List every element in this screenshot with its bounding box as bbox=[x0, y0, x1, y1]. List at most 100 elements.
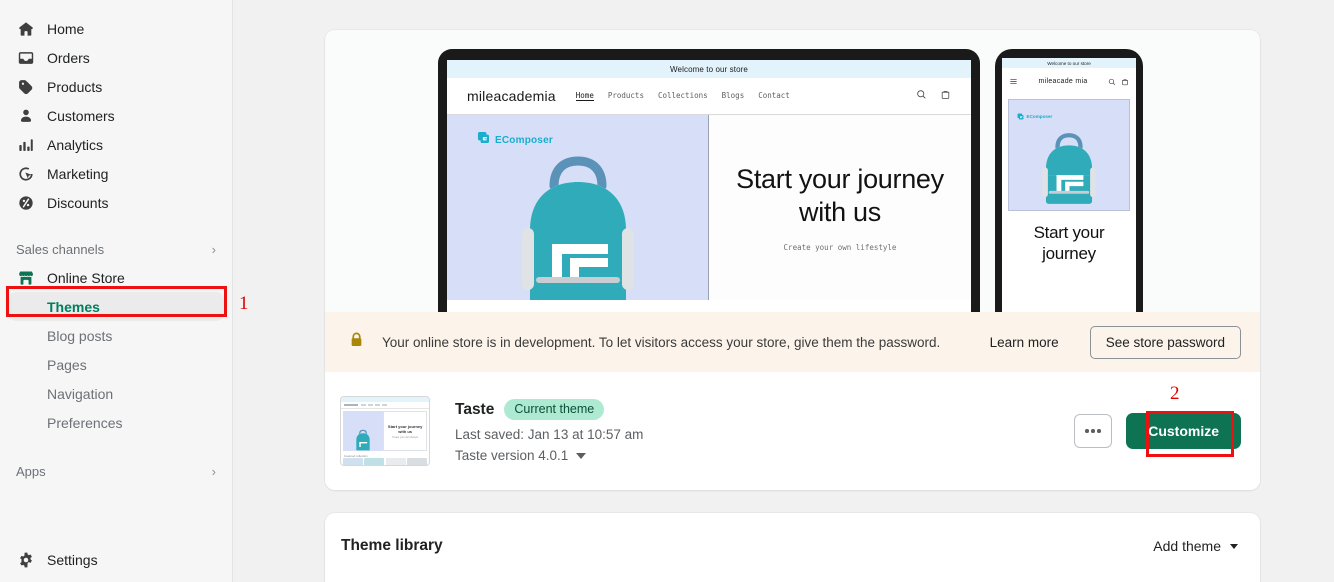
mobile-header: mileacade mia bbox=[1002, 68, 1136, 96]
sidebar-subitem-label: Themes bbox=[47, 298, 100, 315]
annotation-number-2: 2 bbox=[1170, 383, 1180, 404]
storefront-nav-products: Products bbox=[607, 91, 644, 100]
sidebar-section-sales-channels[interactable]: Sales channels › bbox=[8, 235, 224, 263]
storefront-nav-contact: Contact bbox=[758, 91, 790, 100]
see-store-password-button[interactable]: See store password bbox=[1089, 325, 1241, 359]
sidebar-item-settings[interactable]: Settings bbox=[0, 545, 232, 574]
theme-version-dropdown[interactable]: Taste version 4.0.1 bbox=[455, 448, 643, 463]
storefront-hero-image: EComposer bbox=[447, 115, 709, 300]
desktop-preview-frame: Welcome to our store mileacademia Home P… bbox=[438, 49, 980, 312]
sidebar-item-label: Online Store bbox=[47, 269, 125, 286]
search-icon bbox=[1108, 73, 1116, 91]
gear-icon bbox=[16, 550, 36, 570]
sidebar-subitem-label: Preferences bbox=[47, 414, 123, 431]
store-icon bbox=[16, 268, 36, 288]
mobile-preview-screen: Welcome to our store mileacade mia EComp… bbox=[1002, 58, 1136, 312]
sidebar-subitem-label: Blog posts bbox=[47, 327, 113, 344]
storefront-header: mileacademia Home Products Collections B… bbox=[447, 78, 971, 114]
theme-actions: Customize bbox=[1074, 413, 1241, 449]
sidebar-item-label: Marketing bbox=[47, 165, 109, 182]
sidebar-item-discounts[interactable]: Discounts bbox=[8, 188, 224, 217]
theme-library-card: Theme library Add theme bbox=[325, 513, 1260, 582]
sidebar-item-label: Customers bbox=[47, 107, 115, 124]
theme-last-saved: Last saved: Jan 13 at 10:57 am bbox=[455, 427, 644, 442]
sidebar-item-marketing[interactable]: Marketing bbox=[8, 159, 224, 188]
settings-label: Settings bbox=[47, 551, 98, 568]
theme-preview-area: Welcome to our store mileacademia Home P… bbox=[325, 30, 1260, 312]
sidebar-item-label: Products bbox=[47, 78, 103, 95]
ecomposer-badge: EComposer bbox=[1017, 107, 1052, 125]
sidebar-item-analytics[interactable]: Analytics bbox=[8, 130, 224, 159]
storefront-hero-subtitle: Create your own lifestyle bbox=[783, 242, 897, 252]
theme-name: Taste bbox=[455, 400, 495, 418]
lock-icon bbox=[348, 331, 365, 353]
mobile-announcement: Welcome to our store bbox=[1002, 58, 1136, 68]
ellipsis-icon bbox=[1085, 429, 1089, 433]
chevron-right-icon: › bbox=[211, 463, 216, 479]
sidebar-item-blog-posts[interactable]: Blog posts bbox=[8, 321, 224, 350]
sidebar-item-home[interactable]: Home bbox=[8, 14, 224, 43]
sidebar-item-orders[interactable]: Orders bbox=[8, 43, 224, 72]
sidebar-subitem-label: Pages bbox=[47, 356, 87, 373]
sidebar-item-online-store[interactable]: Online Store bbox=[8, 263, 224, 292]
backpack-illustration bbox=[1042, 133, 1096, 204]
ellipsis-icon bbox=[1091, 429, 1095, 433]
sidebar-item-label: Home bbox=[47, 20, 85, 37]
sidebar-item-label: Analytics bbox=[47, 136, 104, 153]
discounts-percent-icon bbox=[16, 193, 36, 213]
thumbnail-hero-title: Start your journey with us bbox=[387, 423, 423, 434]
more-actions-button[interactable] bbox=[1074, 414, 1113, 448]
storefront-nav: Home Products Collections Blogs Contact bbox=[575, 91, 790, 101]
sales-channels-label: Sales channels bbox=[16, 241, 105, 257]
current-theme-row: Start your journey with us Create your o… bbox=[325, 372, 1260, 490]
add-theme-button[interactable]: Add theme bbox=[1153, 538, 1238, 554]
sidebar-item-label: Orders bbox=[47, 49, 90, 66]
customize-button[interactable]: Customize bbox=[1126, 413, 1241, 449]
sidebar-item-navigation[interactable]: Navigation bbox=[8, 379, 224, 408]
ecomposer-logo-icon bbox=[1017, 107, 1024, 125]
current-theme-card: Welcome to our store mileacademia Home P… bbox=[325, 30, 1260, 490]
sidebar-item-products[interactable]: Products bbox=[8, 72, 224, 101]
sidebar-section-apps[interactable]: Apps › bbox=[8, 457, 224, 485]
theme-details: Taste Current theme Last saved: Jan 13 a… bbox=[455, 399, 643, 463]
desktop-preview-screen: Welcome to our store mileacademia Home P… bbox=[447, 60, 971, 312]
hamburger-menu-icon bbox=[1009, 73, 1018, 91]
app-root: Home Orders Products Customers Analytics… bbox=[0, 0, 1334, 582]
development-banner-message: Your online store is in development. To … bbox=[382, 334, 941, 350]
apps-label: Apps bbox=[16, 463, 46, 479]
storefront-nav-home: Home bbox=[575, 91, 594, 101]
home-icon bbox=[16, 19, 36, 39]
products-tag-icon bbox=[16, 77, 36, 97]
mobile-hero-image: EComposer bbox=[1008, 99, 1130, 211]
theme-thumbnail: Start your journey with us Create your o… bbox=[340, 396, 430, 466]
backpack-illustration bbox=[521, 156, 634, 300]
learn-more-link[interactable]: Learn more bbox=[990, 335, 1059, 350]
mobile-preview-frame: Welcome to our store mileacade mia EComp… bbox=[995, 49, 1143, 312]
storefront-hero-text: Start your journey with us Create your o… bbox=[709, 115, 971, 300]
chevron-down-icon bbox=[576, 452, 587, 459]
sidebar-item-label: Discounts bbox=[47, 194, 109, 211]
sidebar-item-customers[interactable]: Customers bbox=[8, 101, 224, 130]
sidebar-item-themes[interactable]: Themes bbox=[8, 292, 224, 321]
storefront-announcement: Welcome to our store bbox=[447, 60, 971, 78]
storefront-header-icons bbox=[916, 87, 951, 105]
theme-library-title: Theme library bbox=[341, 537, 443, 554]
cart-icon bbox=[940, 87, 951, 105]
storefront-hero: EComposer Start your journey with us Cre… bbox=[447, 114, 971, 300]
sidebar-item-preferences[interactable]: Preferences bbox=[8, 408, 224, 437]
annotation-number-1: 1 bbox=[239, 293, 249, 314]
sidebar-item-pages[interactable]: Pages bbox=[8, 350, 224, 379]
thumbnail-hero-sub: Create your own lifestyle bbox=[392, 435, 419, 439]
sidebar-subitem-label: Navigation bbox=[47, 385, 114, 402]
sidebar: Home Orders Products Customers Analytics… bbox=[0, 0, 233, 582]
orders-icon bbox=[16, 48, 36, 68]
cart-icon bbox=[1121, 73, 1129, 91]
search-icon bbox=[916, 87, 927, 105]
chevron-right-icon: › bbox=[211, 241, 216, 257]
mobile-logo: mileacade mia bbox=[1038, 77, 1088, 85]
mobile-hero-title: Start your journey bbox=[1033, 223, 1105, 263]
ecomposer-badge-text: EComposer bbox=[1026, 113, 1053, 119]
storefront-hero-title: Start your journey with us bbox=[736, 164, 944, 227]
analytics-bars-icon bbox=[16, 135, 36, 155]
storefront-nav-blogs: Blogs bbox=[721, 91, 745, 100]
